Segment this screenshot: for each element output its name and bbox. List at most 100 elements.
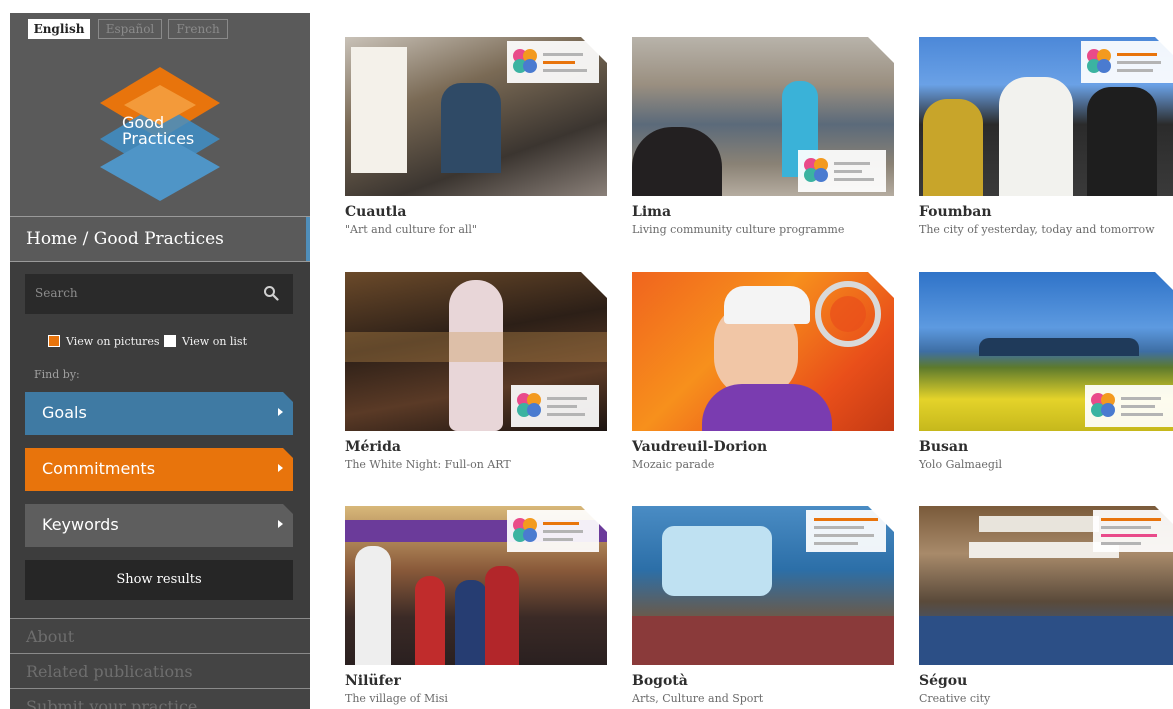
person-figure [441, 83, 501, 173]
practice-card-merida[interactable]: Mérida The White Night: Full-on ART [345, 272, 607, 471]
practice-photo[interactable] [345, 37, 607, 196]
practice-subtitle: Arts, Culture and Sport [632, 692, 764, 705]
event-banner [979, 516, 1099, 532]
practice-city[interactable]: Foumban [919, 204, 992, 220]
good-practice-badge [507, 41, 599, 83]
sidebar: English Español French Good Practices Ho… [10, 13, 310, 709]
good-practice-x-icon [513, 518, 537, 542]
person-figure [999, 77, 1073, 196]
breadcrumb-accent [306, 217, 310, 261]
nav-about[interactable]: About [10, 618, 310, 653]
practice-photo[interactable] [919, 272, 1173, 431]
nav-submit-practice-label: Submit your practice [26, 697, 198, 709]
person-figure [923, 99, 983, 196]
practice-card-lima[interactable]: Lima Living community culture programme [632, 37, 894, 236]
child-figure [485, 566, 519, 665]
practice-city[interactable]: Ségou [919, 673, 967, 689]
filter-keywords-label: Keywords [42, 515, 119, 534]
breadcrumb[interactable]: Home / Good Practices [10, 216, 310, 262]
practice-city[interactable]: Mérida [345, 439, 401, 455]
filter-commitments[interactable]: Commitments [25, 448, 293, 491]
view-pictures-checkbox[interactable] [48, 335, 60, 347]
view-pictures-option[interactable]: View on pictures [48, 334, 160, 348]
practice-card-bogota[interactable]: Bogotà Arts, Culture and Sport [632, 506, 894, 705]
nav-about-label: About [26, 627, 75, 646]
language-french-button[interactable]: French [168, 19, 228, 39]
good-practices-logo[interactable]: Good Practices [92, 63, 228, 203]
practice-photo[interactable] [919, 506, 1173, 665]
adult-figure [355, 546, 391, 665]
practice-photo[interactable] [919, 37, 1173, 196]
view-list-checkbox[interactable] [164, 335, 176, 347]
breadcrumb-label: Home / Good Practices [26, 229, 224, 249]
language-espanol-button[interactable]: Español [98, 19, 162, 39]
practice-subtitle: The village of Misi [345, 692, 448, 705]
practice-card-nilufer[interactable]: Nilüfer The village of Misi [345, 506, 607, 705]
practice-subtitle: Mozaic parade [632, 458, 715, 471]
view-list-label: View on list [182, 334, 247, 348]
good-practice-badge [1093, 510, 1173, 552]
good-practice-badge [806, 510, 886, 552]
costume [702, 384, 832, 431]
filter-keywords[interactable]: Keywords [25, 504, 293, 547]
audience-band [345, 332, 607, 362]
nav-related-publications-label: Related publications [26, 662, 193, 681]
good-practice-x-icon [517, 393, 541, 417]
practice-subtitle: Yolo Galmaegil [919, 458, 1003, 471]
filter-goals-label: Goals [42, 403, 87, 422]
practice-photo[interactable] [345, 272, 607, 431]
practice-card-foumban[interactable]: Foumban The city of yesterday, today and… [919, 37, 1173, 236]
filter-goals[interactable]: Goals [25, 392, 293, 435]
island-silhouette [979, 338, 1139, 356]
practice-photo[interactable] [632, 272, 894, 431]
practice-city[interactable]: Vaudreuil-Dorion [632, 439, 767, 455]
practice-card-cuautla[interactable]: Cuautla "Art and culture for all" [345, 37, 607, 236]
caret-right-icon [278, 520, 283, 528]
wall-mural [662, 526, 772, 596]
sidebar-header: English Español French Good Practices [10, 13, 310, 216]
practice-photo[interactable] [632, 506, 894, 665]
practice-card-busan[interactable]: Busan Yolo Galmaegil [919, 272, 1173, 471]
good-practice-x-icon [804, 158, 828, 182]
good-practice-badge [1085, 385, 1173, 427]
banner-graphic [351, 47, 407, 173]
search-input[interactable]: Search [25, 274, 293, 314]
view-pictures-label: View on pictures [66, 334, 160, 348]
good-practice-x-icon [1091, 393, 1115, 417]
practice-card-vaudreuil-dorion[interactable]: Vaudreuil-Dorion Mozaic parade [632, 272, 894, 471]
find-by-label: Find by: [34, 368, 80, 381]
audience-chairs [919, 616, 1173, 665]
view-list-option[interactable]: View on list [164, 334, 247, 348]
good-practice-x-icon [1087, 49, 1111, 73]
practice-city[interactable]: Lima [632, 204, 671, 220]
caret-right-icon [278, 464, 283, 472]
caret-right-icon [278, 408, 283, 416]
show-results-button[interactable]: Show results [25, 560, 293, 600]
practice-city[interactable]: Bogotà [632, 673, 688, 689]
classroom-tables [632, 616, 894, 665]
practice-photo[interactable] [632, 37, 894, 196]
filter-commitments-label: Commitments [42, 459, 156, 478]
nav-submit-practice[interactable]: Submit your practice [10, 688, 310, 709]
good-practice-badge [507, 510, 599, 552]
good-practice-badge [1081, 41, 1173, 83]
practice-city[interactable]: Busan [919, 439, 968, 455]
practice-city[interactable]: Cuautla [345, 204, 406, 220]
practice-subtitle: Creative city [919, 692, 991, 705]
practice-photo[interactable] [345, 506, 607, 665]
practice-subtitle: The White Night: Full-on ART [345, 458, 511, 471]
child-figure [415, 576, 445, 665]
search-placeholder: Search [35, 286, 78, 300]
good-practice-x-icon [513, 49, 537, 73]
practice-subtitle: "Art and culture for all" [345, 223, 477, 236]
search-icon[interactable] [263, 285, 279, 301]
practice-city[interactable]: Nilüfer [345, 673, 401, 689]
good-practice-badge [511, 385, 599, 427]
crowd-foreground [632, 127, 722, 196]
hat [724, 286, 810, 324]
good-practice-badge [798, 150, 886, 192]
language-english-button[interactable]: English [28, 19, 90, 39]
practice-card-segou[interactable]: Ségou Creative city [919, 506, 1173, 705]
practice-subtitle: Living community culture programme [632, 223, 845, 236]
nav-related-publications[interactable]: Related publications [10, 653, 310, 688]
